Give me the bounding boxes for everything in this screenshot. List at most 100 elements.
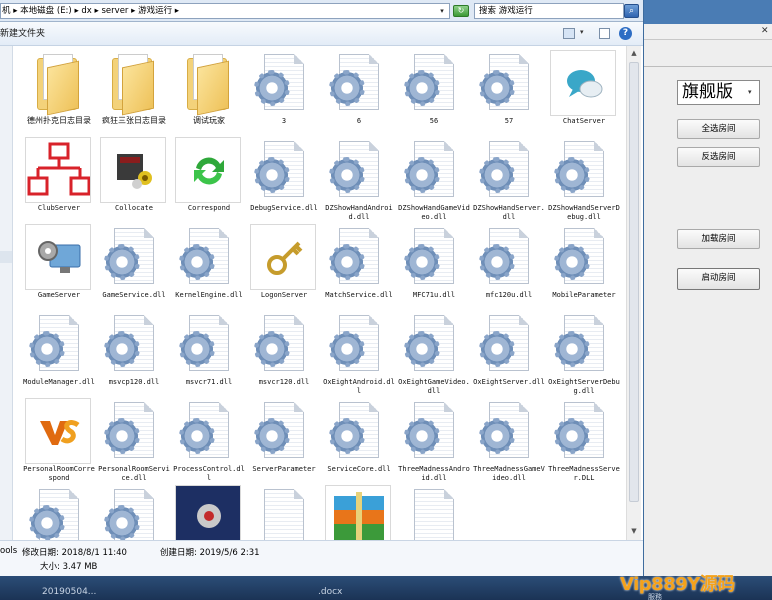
gear-file-icon [475, 50, 541, 116]
file-item[interactable]: ServiceCore.dll [322, 396, 396, 482]
file-item[interactable] [22, 483, 96, 540]
file-item[interactable]: MatchService.dll [322, 222, 396, 308]
file-item[interactable]: KernelEngine.dll [172, 222, 246, 308]
file-name: msvcr120.dll [258, 378, 310, 386]
file-item[interactable]: 疯狂三张日志目录 [97, 48, 171, 134]
gear-file-icon [325, 398, 391, 464]
start-rooms-button[interactable]: 启动房间 [677, 268, 760, 290]
taskbar-item[interactable]: .docx [318, 587, 342, 597]
file-item[interactable]: ThreeMadnessGameVideo.dll [472, 396, 546, 482]
file-item[interactable]: 3 [247, 48, 321, 134]
gear-file-icon [100, 485, 166, 540]
taskbar-item[interactable]: 20190504... [42, 587, 96, 597]
file-item[interactable]: Correspond [172, 135, 246, 221]
file-item[interactable]: DZShowHandGameVideo.dll [397, 135, 471, 221]
file-name: 调试玩家 [193, 116, 225, 125]
file-item[interactable]: PersonalRoomService.dll [97, 396, 171, 482]
file-item[interactable]: msvcr120.dll [247, 309, 321, 395]
toolbar: 新建文件夹 ▾ ? [0, 22, 643, 46]
file-item[interactable] [322, 483, 396, 540]
gear-file-icon [475, 137, 541, 203]
file-item[interactable]: OxEightServerDebug.dll [547, 309, 621, 395]
file-item[interactable]: ThreeMadnessServer.DLL [547, 396, 621, 482]
address-path[interactable]: 机 ▸ 本地磁盘 (E:) ▸ dx ▸ server ▸ 游戏运行 ▸ [0, 3, 450, 19]
file-item[interactable]: DZShowHandServerDebug.dll [547, 135, 621, 221]
file-name: OxEightServerDebug.dll [548, 378, 620, 395]
file-item[interactable] [172, 483, 246, 540]
file-item[interactable]: OxEightAndroid.dll [322, 309, 396, 395]
gear-file-icon [550, 224, 616, 290]
file-name: 6 [356, 117, 362, 125]
file-name: ThreeMadnessServer.DLL [548, 465, 620, 482]
file-item[interactable]: GameService.dll [97, 222, 171, 308]
gear-file-icon [250, 137, 316, 203]
file-item[interactable]: DZShowHandServer.dll [472, 135, 546, 221]
scroll-up-icon[interactable]: ▲ [627, 46, 641, 60]
file-item[interactable]: ServerParameter [247, 396, 321, 482]
file-name: DZShowHandServerDebug.dll [548, 204, 620, 221]
file-item[interactable]: 6 [322, 48, 396, 134]
scroll-thumb[interactable] [629, 62, 639, 502]
file-item[interactable]: mfc120u.dll [472, 222, 546, 308]
chevron-down-icon[interactable]: ▾ [748, 88, 752, 96]
search-input[interactable]: 搜索 游戏运行 [474, 3, 624, 19]
gear-file-icon [175, 311, 241, 377]
file-item[interactable]: msvcp120.dll [97, 309, 171, 395]
gear-file-icon [400, 311, 466, 377]
file-item[interactable] [247, 483, 321, 540]
file-name: LogonServer [260, 291, 308, 299]
view-options-icon[interactable] [563, 28, 575, 39]
new-folder-button[interactable]: 新建文件夹 [0, 27, 45, 41]
load-rooms-button[interactable]: 加载房间 [677, 229, 760, 249]
vs-logo-icon [25, 398, 91, 464]
file-item[interactable]: OxEightServer.dll [472, 309, 546, 395]
scroll-down-icon[interactable]: ▼ [627, 524, 641, 538]
close-icon[interactable]: ✕ [761, 26, 769, 36]
file-item[interactable]: ClubServer [22, 135, 96, 221]
file-name: OxEightServer.dll [473, 378, 545, 386]
file-item[interactable]: GameServer [22, 222, 96, 308]
gear-file-icon [100, 398, 166, 464]
file-item[interactable]: OxEightGameVideo.dll [397, 309, 471, 395]
view-dropdown-icon[interactable]: ▾ [580, 28, 584, 36]
file-item[interactable]: ModuleManager.dll [22, 309, 96, 395]
select-all-rooms-button[interactable]: 全选房间 [677, 119, 760, 139]
file-item[interactable]: 57 [472, 48, 546, 134]
file-name: msvcr71.dll [185, 378, 233, 386]
file-item[interactable]: 德州扑克日志目录 [22, 48, 96, 134]
file-item[interactable] [97, 483, 171, 540]
key-icon [250, 224, 316, 290]
file-item[interactable]: 调试玩家 [172, 48, 246, 134]
file-name: ThreeMadnessGameVideo.dll [473, 465, 545, 482]
file-item[interactable]: ChatServer [547, 48, 621, 134]
refresh-icon[interactable]: ↻ [453, 5, 469, 17]
file-item[interactable]: MobileParameter [547, 222, 621, 308]
help-icon[interactable]: ? [619, 27, 632, 40]
preview-pane-icon[interactable] [599, 28, 610, 39]
file-item[interactable]: msvcr71.dll [172, 309, 246, 395]
blank-file-icon [400, 485, 466, 540]
file-name: ServiceCore.dll [327, 465, 391, 473]
file-item[interactable]: MFC71u.dll [397, 222, 471, 308]
file-item[interactable]: ProcessControl.dll [172, 396, 246, 482]
file-item[interactable]: PersonalRoomCorrespond [22, 396, 96, 482]
file-item[interactable]: ThreeMadnessAndroid.dll [397, 396, 471, 482]
search-icon[interactable]: ⌕ [624, 4, 639, 18]
address-dropdown-icon[interactable]: ▾ [436, 4, 448, 18]
file-item[interactable]: 56 [397, 48, 471, 134]
gear-file-icon [100, 224, 166, 290]
navigation-selected-marker [0, 251, 12, 263]
created-date: 创建日期: 2019/5/6 2:31 [160, 548, 260, 558]
file-name: MFC71u.dll [412, 291, 456, 299]
file-item[interactable]: Collocate [97, 135, 171, 221]
gear-file-icon [250, 311, 316, 377]
gear-file-icon [250, 50, 316, 116]
file-item[interactable]: DZShowHandAndroid.dll [322, 135, 396, 221]
file-item[interactable]: LogonServer [247, 222, 321, 308]
invert-select-rooms-button[interactable]: 反选房间 [677, 147, 760, 167]
file-item[interactable] [397, 483, 471, 540]
chat-bubble-icon [550, 50, 616, 116]
gear-file-icon [325, 50, 391, 116]
file-item[interactable]: DebugService.dll [247, 135, 321, 221]
vertical-scrollbar[interactable]: ▲ ▼ [626, 46, 641, 540]
